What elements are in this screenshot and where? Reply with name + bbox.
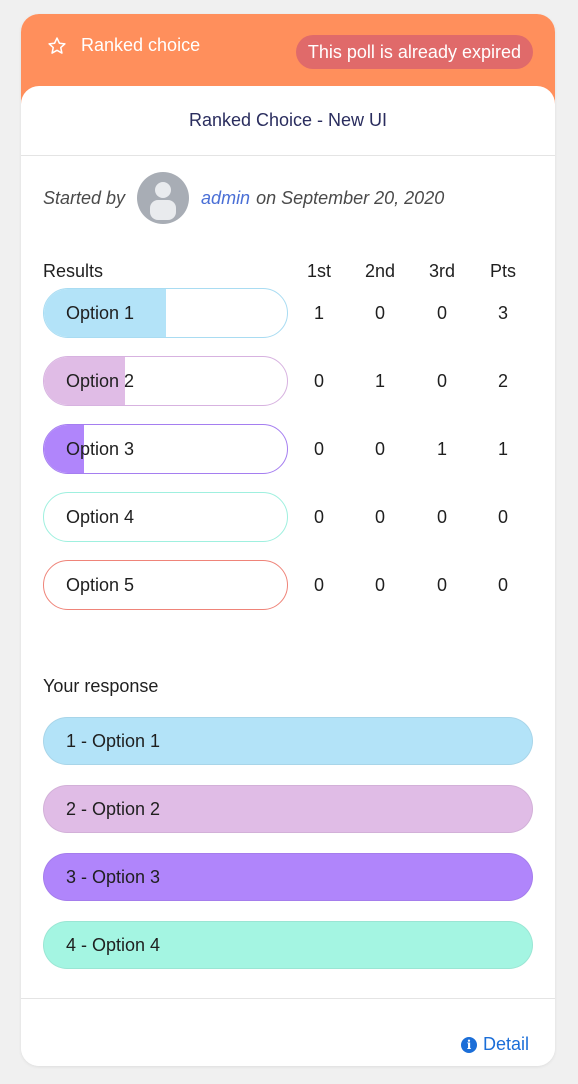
- result-cell-pts: 2: [497, 370, 508, 391]
- result-cell-third: 0: [436, 302, 447, 323]
- result-cell-third: 0: [436, 370, 447, 391]
- col-header-2nd: 2nd: [364, 261, 396, 281]
- started-by-label: Started by: [43, 187, 126, 208]
- result-option-bar: Option 3: [43, 424, 288, 474]
- result-cell-third: 0: [436, 506, 447, 527]
- expired-status-badge: This poll is already expired: [295, 35, 533, 69]
- result-option-label: Option 2: [66, 370, 135, 391]
- result-option-bar: Option 4: [43, 492, 288, 542]
- result-cell-first: 0: [313, 506, 324, 527]
- info-icon: i: [460, 1036, 477, 1053]
- poll-card: Ranked choice This poll is already expir…: [21, 14, 555, 1066]
- result-option-label: Option 3: [66, 438, 135, 459]
- results-header-row: Results 1st 2nd 3rd Pts: [43, 261, 533, 285]
- result-cell-first: 0: [313, 574, 324, 595]
- started-by-line: Started by admin on September 20, 2020: [43, 172, 444, 224]
- result-option-bar: Option 1: [43, 288, 288, 338]
- result-option-label: Option 1: [66, 302, 135, 323]
- result-row: Option 4 0 0 0 0: [43, 492, 533, 542]
- result-cell-second: 0: [374, 438, 385, 459]
- poll-title: Ranked Choice - New UI: [21, 86, 555, 156]
- avatar-body: [150, 200, 177, 220]
- result-cell-first: 1: [313, 302, 324, 323]
- response-item: 4 - Option 4: [43, 921, 533, 969]
- result-row: Option 5 0 0 0 0: [43, 560, 533, 610]
- detail-label: Detail: [482, 1034, 529, 1054]
- result-cell-second: 0: [374, 302, 385, 323]
- poll-type: Ranked choice: [47, 35, 200, 56]
- result-row: Option 2 0 1 0 2: [43, 356, 533, 406]
- result-option-bar: Option 5: [43, 560, 288, 610]
- poll-body: Ranked Choice - New UI Started by admin …: [21, 86, 555, 1066]
- result-cell-first: 0: [313, 370, 324, 391]
- start-date: on September 20, 2020: [256, 187, 445, 208]
- response-item: 2 - Option 2: [43, 785, 533, 833]
- result-cell-pts: 3: [497, 302, 508, 323]
- result-cell-second: 0: [374, 574, 385, 595]
- footer-divider: [21, 998, 555, 999]
- result-option-bar: Option 2: [43, 356, 288, 406]
- result-cell-pts: 0: [497, 574, 508, 595]
- result-option-label: Option 4: [66, 506, 135, 527]
- avatar[interactable]: [137, 172, 190, 224]
- result-cell-pts: 0: [497, 506, 508, 527]
- result-cell-third: 1: [436, 438, 447, 459]
- result-row: Option 3 0 0 1 1: [43, 424, 533, 474]
- your-response-heading: Your response: [43, 676, 159, 696]
- col-header-1st: 1st: [306, 261, 331, 281]
- results-heading: Results: [43, 261, 104, 281]
- response-item: 3 - Option 3: [43, 853, 533, 901]
- star-icon[interactable]: [47, 36, 67, 56]
- result-cell-second: 1: [374, 370, 385, 391]
- result-cell-pts: 1: [497, 438, 508, 459]
- col-header-pts: Pts: [489, 261, 516, 281]
- avatar-head: [155, 182, 172, 198]
- result-cell-third: 0: [436, 574, 447, 595]
- result-cell-first: 0: [313, 438, 324, 459]
- response-item: 1 - Option 1: [43, 717, 533, 765]
- result-cell-second: 0: [374, 506, 385, 527]
- result-row: Option 1 1 0 0 3: [43, 288, 533, 338]
- col-header-3rd: 3rd: [428, 261, 455, 281]
- detail-link[interactable]: i Detail: [460, 1034, 529, 1055]
- author-link[interactable]: admin: [201, 188, 250, 209]
- poll-type-label: Ranked choice: [81, 35, 201, 55]
- result-option-label: Option 5: [66, 574, 135, 595]
